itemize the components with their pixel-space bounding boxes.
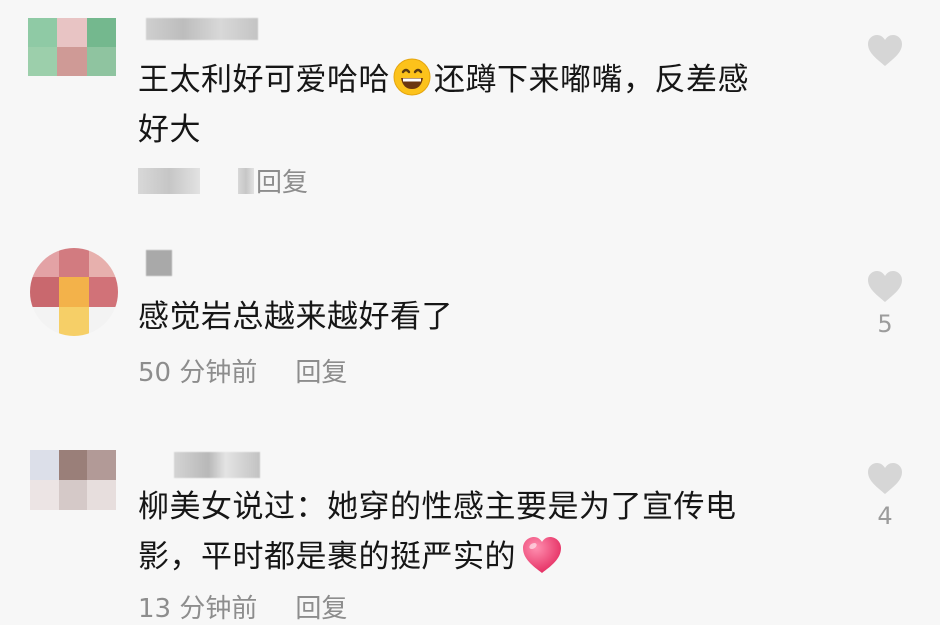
grinning-face-icon: [392, 57, 432, 97]
comment-meta: 回复: [138, 162, 308, 199]
comment-meta: 13 分钟前 回复: [138, 588, 347, 625]
time-blurred: [138, 167, 200, 194]
like-count: 5: [877, 310, 893, 338]
like-button[interactable]: 5: [858, 268, 912, 338]
heart-outline-icon: [868, 35, 902, 66]
reply-button[interactable]: 回复: [238, 162, 308, 199]
reply-button[interactable]: 回复: [295, 352, 347, 389]
comment-text: 感觉岩总越来越好看了: [138, 299, 453, 335]
comment-item-3: 柳美女说过：她穿的性感主要是为了宣传电 影，平时都是裹的挺严实的 13 分钟前 …: [0, 440, 940, 625]
comment-time: 50 分钟前: [138, 358, 258, 388]
like-button[interactable]: [858, 32, 912, 74]
avatar-blurred[interactable]: [30, 248, 118, 336]
comment-text-part-2: 还蹲下来嘟嘴，反差感: [434, 62, 749, 98]
username-blurred[interactable]: [146, 250, 172, 276]
pink-heart-icon: [520, 535, 564, 575]
comment-text-line-2: 影，平时都是裹的挺严实的: [138, 539, 516, 575]
comment-text-part-1: 王太利好可爱哈哈: [138, 62, 390, 98]
heart-outline-icon: [868, 463, 902, 494]
comment-text: 王太利好可爱哈哈 还蹲下来嘟嘴，反差感 好大: [138, 55, 749, 155]
reply-blurred: [238, 167, 254, 194]
comment-text: 柳美女说过：她穿的性感主要是为了宣传电 影，平时都是裹的挺严实的: [138, 482, 737, 582]
heart-outline-icon: [868, 271, 902, 302]
comment-time: 13 分钟前: [138, 594, 258, 624]
reply-button[interactable]: 回复: [295, 588, 347, 625]
comment-meta: 50 分钟前 回复: [138, 352, 347, 389]
like-button[interactable]: 4: [858, 460, 912, 530]
avatar-blurred[interactable]: [28, 18, 116, 76]
avatar-blurred[interactable]: [30, 450, 116, 510]
username-blurred[interactable]: [146, 18, 258, 40]
reply-label: 回复: [256, 168, 309, 198]
comment-text-line-1: 柳美女说过：她穿的性感主要是为了宣传电: [138, 489, 737, 525]
like-count: 4: [877, 502, 893, 530]
comment-item-1: 王太利好可爱哈哈 还蹲下来嘟嘴，反差感 好大 回复: [0, 0, 940, 210]
username-blurred[interactable]: [174, 452, 260, 478]
comment-item-2: 感觉岩总越来越好看了 50 分钟前 回复 5: [0, 240, 940, 410]
comment-text-line-2: 好大: [138, 112, 201, 148]
